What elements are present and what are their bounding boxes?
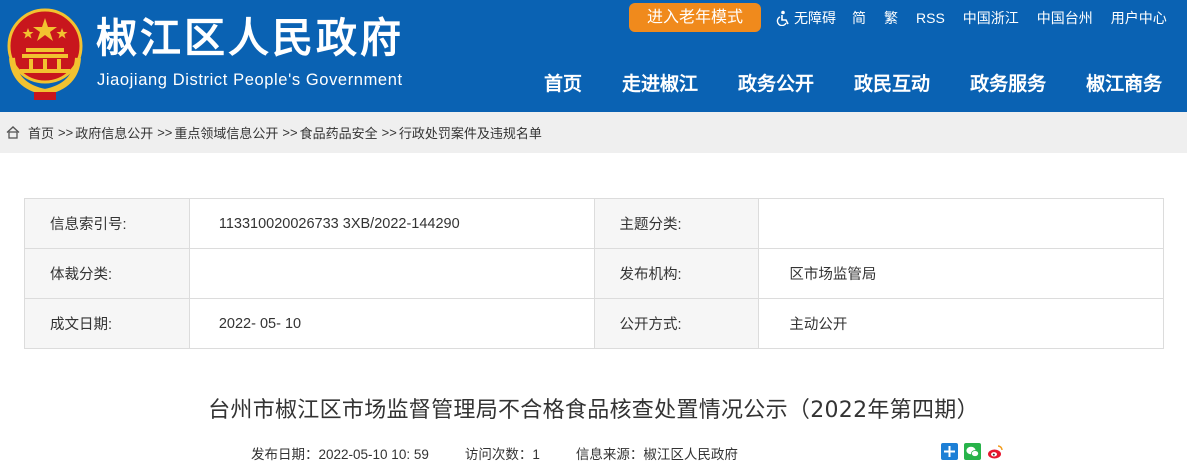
nav-home[interactable]: 首页 [528,66,598,102]
nav-commerce[interactable]: 椒江商务 [1070,66,1178,102]
table-row: 信息索引号: 113310020026733 3XB/2022-144290 主… [24,198,1164,249]
info-table: 信息索引号: 113310020026733 3XB/2022-144290 主… [24,198,1164,349]
breadcrumb-food-drug-safety[interactable]: 食品药品安全 [300,123,378,142]
site-subtitle: Jiaojiang District People's Government [97,71,403,89]
nav-services[interactable]: 政务服务 [954,66,1062,102]
topic-label: 主题分类: [593,198,760,249]
breadcrumb: 首页 >> 政府信息公开 >> 重点领域信息公开 >> 食品药品安全 >> 行政… [0,112,1187,153]
user-center-link[interactable]: 用户中心 [1111,8,1167,28]
index-value: 113310020026733 3XB/2022-144290 [188,198,595,249]
org-label: 发布机构: [593,248,760,299]
share-bar [941,443,1010,460]
nav-about-jiaojiang[interactable]: 走进椒江 [606,66,714,102]
genre-value [188,248,595,299]
table-row: 体裁分类: 发布机构: 区市场监管局 [24,248,1164,299]
traditional-link[interactable]: 繁 [884,8,898,28]
breadcrumb-separator: >> [381,125,397,140]
info-source: 信息来源：椒江区人民政府 [576,443,738,463]
zhejiang-link[interactable]: 中国浙江 [963,8,1019,28]
date-value: 2022- 05- 10 [188,298,595,349]
simplified-link[interactable]: 简 [852,8,866,28]
breadcrumb-key-areas[interactable]: 重点领域信息公开 [174,123,278,142]
national-emblem-icon [7,8,83,100]
source-value: 椒江区人民政府 [643,447,738,462]
accessibility-link[interactable]: 无障碍 [775,8,836,28]
index-label: 信息索引号: [24,198,190,249]
article-meta: 发布日期：2022-05-10 10: 59 访问次数：1 信息来源：椒江区人民… [251,443,774,463]
nav-interaction[interactable]: 政民互动 [838,66,946,102]
org-value: 区市场监管局 [758,248,1164,299]
elder-mode-button[interactable]: 进入老年模式 [629,3,761,32]
wechat-icon[interactable] [964,443,981,460]
open-value: 主动公开 [758,298,1164,349]
accessibility-icon [776,10,789,26]
share-plus-icon[interactable] [941,443,958,460]
article-title: 台州市椒江区市场监督管理局不合格食品核查处置情况公示（2022年第四期） [208,398,979,423]
topic-value [758,198,1164,249]
rss-link[interactable]: RSS [916,10,945,26]
publish-label: 发布日期： [251,447,319,462]
main-nav: 首页 走进椒江 政务公开 政民互动 政务服务 椒江商务 [528,66,1178,102]
site-header: 椒江区人民政府 Jiaojiang District People's Gove… [0,0,1187,112]
visit-count: 访问次数：1 [465,443,540,463]
open-label: 公开方式: [593,298,760,349]
accessibility-label: 无障碍 [794,9,836,26]
visits-label: 访问次数： [464,447,533,462]
weibo-icon[interactable] [987,443,1004,460]
site-title: 椒江区人民政府 [96,14,404,62]
breadcrumb-separator: >> [157,125,173,140]
breadcrumb-separator: >> [282,125,298,140]
publish-date: 发布日期：2022-05-10 10: 59 [251,443,429,463]
breadcrumb-home[interactable]: 首页 [28,123,54,142]
visits-value: 1 [532,447,540,462]
table-row: 成文日期: 2022- 05- 10 公开方式: 主动公开 [24,298,1164,349]
date-label: 成文日期: [24,298,190,349]
top-links: 无障碍 简 繁 RSS 中国浙江 中国台州 用户中心 [775,3,1185,32]
taizhou-link[interactable]: 中国台州 [1037,8,1093,28]
breadcrumb-separator: >> [58,125,74,140]
source-label: 信息来源： [575,447,644,462]
nav-government-affairs[interactable]: 政务公开 [722,66,830,102]
genre-label: 体裁分类: [24,248,190,299]
breadcrumb-info-disclosure[interactable]: 政府信息公开 [75,123,153,142]
publish-value: 2022-05-10 10: 59 [318,447,429,462]
breadcrumb-penalty-cases[interactable]: 行政处罚案件及违规名单 [399,123,542,142]
home-icon [6,126,20,139]
